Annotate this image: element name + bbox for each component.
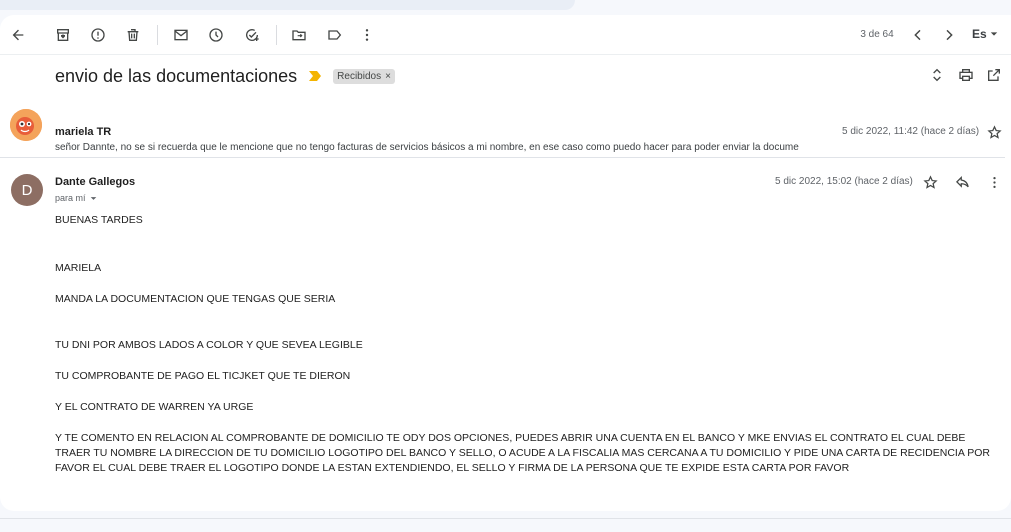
more-options-icon[interactable] <box>358 26 376 44</box>
body-line: TU DNI POR AMBOS LADOS A COLOR Y QUE SEV… <box>55 339 363 351</box>
body-line: MANDA LA DOCUMENTACION QUE TENGAS QUE SE… <box>55 293 336 305</box>
body-line: MARIELA <box>55 262 102 274</box>
toolbar-divider <box>157 25 158 45</box>
important-marker-icon[interactable] <box>309 71 322 81</box>
star-icon[interactable] <box>923 175 938 195</box>
label-chip-recibidos: Recibidos × <box>333 68 395 84</box>
delete-icon[interactable] <box>124 26 142 44</box>
avatar <box>10 109 42 141</box>
body-line: TU COMPROBANTE DE PAGO EL TICJKET QUE TE… <box>55 370 351 382</box>
bottom-strip <box>0 518 1011 532</box>
subject-row: envio de las documentaciones Recibidos × <box>55 64 395 88</box>
language-selector[interactable]: Es <box>972 27 998 41</box>
message-divider <box>0 157 1005 158</box>
toolbar: 3 de 64 Es <box>0 15 1011 55</box>
language-label: Es <box>972 27 987 41</box>
recipient-label: para mí <box>55 193 86 203</box>
message-collapsed[interactable]: mariela TR señor Dannte, no se si recuer… <box>0 102 1011 157</box>
message-date: 5 dic 2022, 11:42 (hace 2 días) <box>842 126 980 137</box>
body-line: BUENAS TARDES <box>55 214 143 226</box>
avatar: D <box>11 174 43 206</box>
chevron-right-icon[interactable] <box>940 26 958 44</box>
message-date: 5 dic 2022, 15:02 (hace 2 días) <box>775 176 913 187</box>
back-arrow-icon[interactable] <box>9 26 27 44</box>
sender-name: mariela TR <box>55 126 112 138</box>
star-icon[interactable] <box>987 125 1002 145</box>
remove-label-icon[interactable]: × <box>385 71 391 82</box>
recipient-details-toggle[interactable]: para mí <box>55 193 97 203</box>
more-options-icon[interactable] <box>987 175 1002 195</box>
archive-icon[interactable] <box>54 26 72 44</box>
message-counter: 3 de 64 <box>860 29 894 40</box>
message-snippet: señor Dannte, no se si recuerda que le m… <box>55 142 799 153</box>
toolbar-divider <box>276 25 277 45</box>
expand-collapse-icon[interactable] <box>929 67 945 88</box>
print-icon[interactable] <box>958 67 974 88</box>
caret-down-icon <box>990 32 997 36</box>
snooze-clock-icon[interactable] <box>207 26 225 44</box>
subject-title: envio de las documentaciones <box>55 65 298 86</box>
chevron-left-icon[interactable] <box>909 26 927 44</box>
label-chip-text: Recibidos <box>337 70 382 82</box>
add-task-icon[interactable] <box>243 26 261 44</box>
report-spam-icon[interactable] <box>89 26 107 44</box>
body-line: Y EL CONTRATO DE WARREN YA URGE <box>55 401 254 413</box>
mark-unread-icon[interactable] <box>172 26 190 44</box>
open-new-window-icon[interactable] <box>986 67 1002 88</box>
body-paragraph: Y TE COMENTO EN RELACION AL COMPROBANTE … <box>55 432 990 474</box>
label-icon[interactable] <box>326 26 344 44</box>
message-view-card: 3 de 64 Es envio de las documentaciones … <box>0 15 1011 511</box>
sender-name: Dante Gallegos <box>55 176 136 188</box>
top-strip <box>0 0 575 10</box>
caret-down-icon <box>90 196 96 200</box>
reply-icon[interactable] <box>955 175 970 195</box>
move-to-folder-icon[interactable] <box>290 26 308 44</box>
